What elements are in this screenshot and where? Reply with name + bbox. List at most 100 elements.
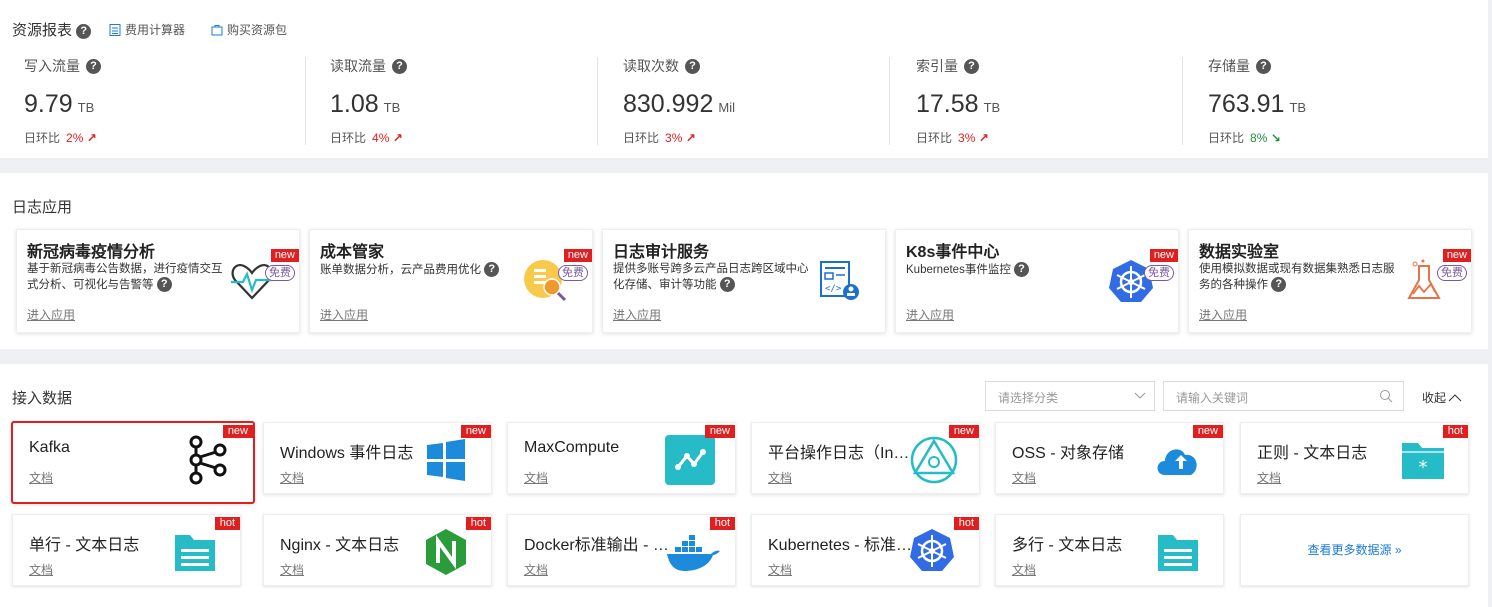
new-badge: new xyxy=(270,249,299,262)
data-source-name: 平台操作日志（Inn… xyxy=(768,445,918,462)
data-sources-title: 接入数据 xyxy=(12,390,73,407)
new-badge: new xyxy=(704,425,735,438)
help-icon[interactable]: ? xyxy=(964,58,979,74)
comparison-percent: 2% xyxy=(66,131,84,145)
enter-app-link[interactable]: 进入应用 xyxy=(1199,306,1247,323)
keyword-placeholder: 请输入关键词 xyxy=(1176,391,1249,405)
data-source-card[interactable]: 多行 - 文本日志 文档 xyxy=(995,514,1224,586)
metric-comparison: 日环比 2% ↗ xyxy=(24,129,314,146)
log-app-card[interactable]: 数据实验室 使用模拟数据或现有数据集熟悉日志服务的各种操作 ? 进入应用 new 免费 xyxy=(1188,229,1472,333)
app-description-text: 提供多账号跨多云产品日志跨区域中心化存储、审计等功能 xyxy=(613,263,809,291)
comparison-label: 日环比 xyxy=(623,131,660,145)
windows-icon xyxy=(421,435,471,485)
log-apps-title: 日志应用 xyxy=(12,199,73,216)
data-source-card[interactable]: 单行 - 文本日志 文档 hot xyxy=(12,514,241,586)
metric-divider xyxy=(597,57,598,145)
cost-calculator-link[interactable]: 费用计算器 xyxy=(109,21,185,38)
app-description: 账单数据分析，云产品费用优化 ? xyxy=(320,262,520,278)
metric-card: 索引量? 17.58 TB 日环比 3% ↗ xyxy=(916,56,1206,146)
doc-link[interactable]: 文档 xyxy=(29,561,53,578)
metric-label: 索引量? xyxy=(916,56,1206,76)
new-badge: new xyxy=(948,425,979,438)
help-icon[interactable]: ? xyxy=(1014,262,1030,277)
metric-divider xyxy=(305,57,306,145)
metric-number: 763.91 xyxy=(1208,90,1285,118)
help-icon[interactable]: ? xyxy=(484,262,500,277)
help-icon[interactable]: ? xyxy=(86,58,101,74)
view-more-sources-link[interactable]: 查看更多数据源 » xyxy=(1240,514,1469,586)
search-icon xyxy=(1380,390,1393,403)
doc-link[interactable]: 文档 xyxy=(280,469,304,486)
doc-link[interactable]: 文档 xyxy=(768,469,792,486)
enter-app-link[interactable]: 进入应用 xyxy=(320,306,368,323)
category-select[interactable]: 请选择分类 xyxy=(985,381,1155,411)
hot-badge: hot xyxy=(214,517,240,530)
help-icon[interactable]: ? xyxy=(392,58,407,74)
metric-value: 1.08 TB xyxy=(330,90,620,119)
app-description-text: Kubernetes事件监控 xyxy=(906,264,1011,276)
kubernetes-icon xyxy=(1108,258,1154,304)
metric-unit: TB xyxy=(383,100,401,115)
app-description-text: 使用模拟数据或现有数据集熟悉日志服务的各种操作 xyxy=(1199,263,1395,291)
doc-link[interactable]: 文档 xyxy=(280,561,304,578)
hot-badge: hot xyxy=(465,517,491,530)
doc-link[interactable]: 文档 xyxy=(524,469,548,486)
data-source-name: 多行 - 文本日志 xyxy=(1012,537,1123,554)
doc-link[interactable]: 文档 xyxy=(524,561,548,578)
data-source-card[interactable]: OSS - 对象存储 文档 new xyxy=(995,422,1224,494)
data-source-card[interactable]: Kubernetes - 标准… 文档 hot xyxy=(751,514,980,586)
metric-label-text: 索引量 xyxy=(916,58,958,74)
audit-doc-icon: </> xyxy=(815,258,861,304)
metric-card: 写入流量? 9.79 TB 日环比 2% ↗ xyxy=(24,56,314,146)
doc-link[interactable]: 文档 xyxy=(1257,469,1281,486)
hot-badge: hot xyxy=(709,517,735,530)
keyword-search-input[interactable]: 请输入关键词 xyxy=(1163,381,1404,411)
data-source-card[interactable]: Nginx - 文本日志 文档 hot xyxy=(263,514,492,586)
platform-triangle-icon xyxy=(909,435,959,485)
metric-value: 830.992 Mil xyxy=(623,90,913,119)
log-app-card[interactable]: 成本管家 账单数据分析，云产品费用优化 ? 进入应用 new 免费 xyxy=(309,229,593,333)
metric-number: 1.08 xyxy=(330,90,379,118)
data-source-card[interactable]: 正则 - 文本日志 文档 * hot xyxy=(1240,422,1469,494)
help-icon[interactable]: ? xyxy=(719,277,735,292)
data-source-card[interactable]: Docker标准输出 - … 文档 hot xyxy=(507,514,736,586)
metric-value: 9.79 TB xyxy=(24,90,314,119)
enter-app-link[interactable]: 进入应用 xyxy=(27,306,75,323)
enter-app-link[interactable]: 进入应用 xyxy=(906,306,954,323)
comparison-percent: 3% xyxy=(665,131,683,145)
chevron-down-icon xyxy=(1134,392,1146,399)
kubernetes-icon xyxy=(909,527,959,577)
enter-app-link[interactable]: 进入应用 xyxy=(613,306,661,323)
doc-link[interactable]: 文档 xyxy=(1012,469,1036,486)
doc-link[interactable]: 文档 xyxy=(768,561,792,578)
comparison-label: 日环比 xyxy=(330,131,367,145)
help-icon[interactable]: ? xyxy=(685,58,700,74)
app-description-text: 基于新冠病毒公告数据，进行疫情交互式分析、可视化与告警等 xyxy=(27,263,223,291)
doc-link[interactable]: 文档 xyxy=(1012,561,1036,578)
collapse-button[interactable]: 收起 xyxy=(1422,389,1462,406)
help-icon[interactable]: ? xyxy=(156,277,172,292)
help-icon[interactable]: ? xyxy=(1256,58,1271,74)
app-title: 数据实验室 xyxy=(1199,244,1280,261)
app-title: 日志审计服务 xyxy=(613,244,710,261)
help-icon[interactable]: ? xyxy=(1271,277,1287,292)
data-source-name: 单行 - 文本日志 xyxy=(29,537,140,554)
metric-card: 读取次数? 830.992 Mil 日环比 3% ↗ xyxy=(623,56,913,146)
data-source-card[interactable]: MaxCompute 文档 new xyxy=(507,422,736,494)
folder-icon xyxy=(1153,527,1203,577)
log-app-card[interactable]: 日志审计服务提供多账号跨多云产品日志跨区域中心化存储、审计等功能 ? 进入应用 </… xyxy=(602,229,886,333)
nginx-icon xyxy=(421,527,471,577)
data-source-name: 正则 - 文本日志 xyxy=(1257,445,1368,462)
metric-label-text: 读取次数 xyxy=(623,58,679,74)
log-app-card[interactable]: K8s事件中心 Kubernetes事件监控 ? 进入应用 new 免费 xyxy=(895,229,1179,333)
doc-link[interactable]: 文档 xyxy=(29,469,53,486)
data-source-card[interactable]: Kafka 文档 new xyxy=(11,421,255,504)
log-app-card[interactable]: 新冠病毒疫情分析 基于新冠病毒公告数据，进行疫情交互式分析、可视化与告警等 ? 进入… xyxy=(16,229,300,333)
data-source-card[interactable]: Windows 事件日志 文档 new xyxy=(263,422,492,494)
help-icon[interactable]: ? xyxy=(76,24,92,39)
data-source-card[interactable]: 平台操作日志（Inn… 文档 new xyxy=(751,422,980,494)
app-title: 成本管家 xyxy=(320,244,385,261)
app-description: 基于新冠病毒公告数据，进行疫情交互式分析、可视化与告警等 ? xyxy=(27,262,227,293)
heartbeat-icon xyxy=(229,258,275,304)
buy-resource-pack-link[interactable]: 购买资源包 xyxy=(211,21,287,38)
